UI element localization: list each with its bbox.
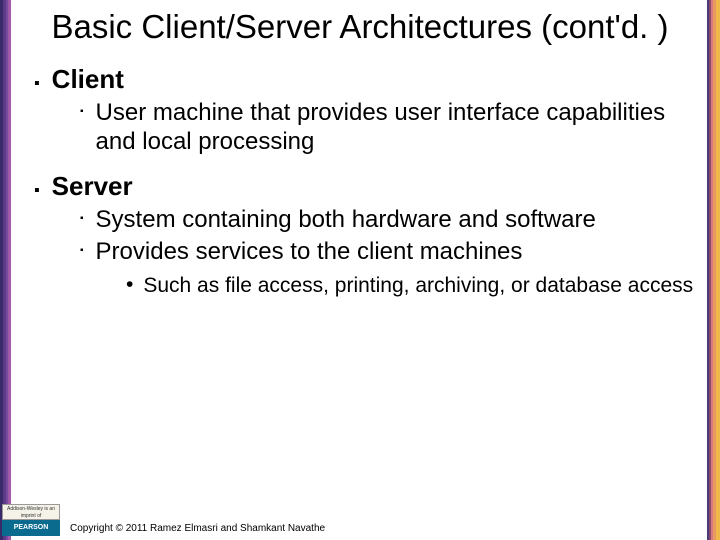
heading-text: Client <box>52 64 124 95</box>
subitem-text: Such as file access, printing, archiving… <box>143 273 693 299</box>
heading-server: ▪ Server <box>34 171 700 206</box>
stripe <box>8 0 11 540</box>
item-text: Provides services to the client machines <box>96 238 523 267</box>
list-item: ▪ Provides services to the client machin… <box>34 238 700 267</box>
bullet-icon: • <box>126 273 133 297</box>
slide-body: ▪ Client ▪ User machine that provides us… <box>0 46 720 299</box>
bullet-icon: ▪ <box>34 176 40 206</box>
logo-imprint-text: Addison-Wesley is an imprint of <box>2 504 60 520</box>
bullet-icon: ▪ <box>80 206 84 232</box>
bullet-icon: ▪ <box>34 69 40 99</box>
bullet-icon: ▪ <box>80 238 84 264</box>
logo-brand: PEARSON <box>2 520 60 536</box>
sub-list-item: • Such as file access, printing, archivi… <box>34 273 700 299</box>
section-server: ▪ Server ▪ System containing both hardwa… <box>34 171 700 300</box>
item-text: System containing both hardware and soft… <box>96 206 596 235</box>
copyright-text: Copyright © 2011 Ramez Elmasri and Shamk… <box>70 523 325 534</box>
slide-title: Basic Client/Server Architectures (cont'… <box>0 0 720 46</box>
heading-client: ▪ Client <box>34 64 700 99</box>
heading-text: Server <box>52 171 133 202</box>
section-client: ▪ Client ▪ User machine that provides us… <box>34 64 700 157</box>
publisher-logo: Addison-Wesley is an imprint of PEARSON <box>2 504 60 536</box>
stripe <box>707 0 709 540</box>
list-item: ▪ System containing both hardware and so… <box>34 206 700 235</box>
bullet-icon: ▪ <box>80 99 84 125</box>
list-item: ▪ User machine that provides user interf… <box>34 99 700 157</box>
item-text: User machine that provides user interfac… <box>96 99 700 157</box>
